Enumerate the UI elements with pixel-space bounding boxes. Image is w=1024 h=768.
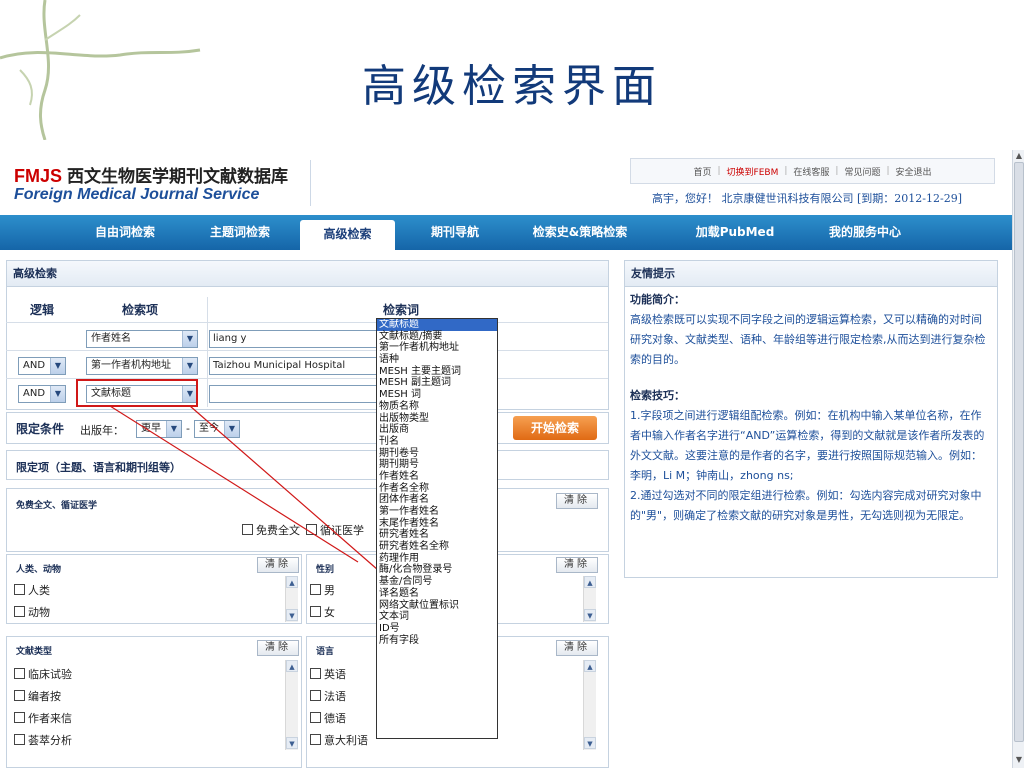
dropdown-option[interactable]: MESH 主要主题词 — [377, 366, 497, 378]
page-scrollbar[interactable]: ▲ ▼ — [1012, 150, 1024, 768]
dropdown-option[interactable]: MESH 副主题词 — [377, 377, 497, 389]
slide-title: 高级检索界面 — [362, 61, 662, 112]
scroll-down-icon[interactable]: ▼ — [1013, 754, 1024, 766]
user-info: 高宇，您好！ 北京康健世讯科技有限公司 [到期：2012-12-29] — [652, 192, 962, 205]
dropdown-option[interactable]: 作者名全称 — [377, 483, 497, 495]
link-switch-febm[interactable]: 切换到FEBM — [727, 165, 779, 178]
dropdown-option[interactable]: 第一作者机构地址 — [377, 342, 497, 354]
dropdown-option[interactable]: 酶/化合物登录号 — [377, 564, 497, 576]
tips-intro: 高级检索既可以实现不同字段之间的逻辑运算检索，又可以精确的对时间研究对象、文献类… — [630, 313, 986, 366]
link-home[interactable]: 首页 — [693, 165, 711, 178]
dropdown-option[interactable]: MESH 词 — [377, 389, 497, 401]
dropdown-option[interactable]: 文献标题/摘要 — [377, 331, 497, 343]
link-online-service[interactable]: 在线客服 — [793, 165, 829, 178]
tips-skill-2: 2.通过勾选对不同的限定组进行检索。例如：勾选内容完成对研究对象中的"男"，则确… — [630, 489, 982, 522]
tips-title: 友情提示 — [625, 261, 997, 287]
dropdown-option[interactable]: 研究者姓名全称 — [377, 541, 497, 553]
tips-intro-head: 功能简介： — [630, 293, 685, 306]
dropdown-option[interactable]: 期刊卷号 — [377, 448, 497, 460]
tab-pubmed[interactable]: 加载PubMed — [680, 215, 790, 250]
dropdown-option[interactable]: 基金/合同号 — [377, 576, 497, 588]
dropdown-option[interactable]: 研究者姓名 — [377, 529, 497, 541]
tips-skill-head: 检索技巧： — [630, 389, 685, 402]
tips-body: 功能简介： 高级检索既可以实现不同字段之间的逻辑运算检索，又可以精确的对时间研究… — [630, 290, 992, 526]
link-logout[interactable]: 安全退出 — [896, 165, 932, 178]
dropdown-option[interactable]: 第一作者姓名 — [377, 506, 497, 518]
callout-lines — [109, 405, 379, 571]
field-options-dropdown[interactable]: 文献标题 文献标题/摘要 第一作者机构地址 语种 MESH 主要主题词 MESH 副主题词… — [376, 318, 498, 739]
dropdown-option[interactable]: 作者姓名 — [377, 471, 497, 483]
link-faq[interactable]: 常见问题 — [844, 165, 880, 178]
browser-page: FMJS 西文生物医学期刊文献数据库 Foreign Medical Journ… — [0, 150, 1012, 768]
dropdown-option[interactable]: 刊名 — [377, 436, 497, 448]
scroll-up-icon[interactable]: ▲ — [1013, 150, 1024, 162]
dropdown-option[interactable]: 期刊期号 — [377, 459, 497, 471]
dropdown-option[interactable]: 出版物类型 — [377, 413, 497, 425]
dropdown-option[interactable]: 网络文献位置标识 — [377, 600, 497, 612]
dropdown-option[interactable]: 译名题名 — [377, 588, 497, 600]
dropdown-option[interactable]: 物质名称 — [377, 401, 497, 413]
dropdown-option[interactable]: 语种 — [377, 354, 497, 366]
top-links: 首页 | 切换到FEBM | 在线客服 | 常见问题 | 安全退出 — [630, 158, 995, 184]
dropdown-option[interactable]: 团体作者名 — [377, 494, 497, 506]
dropdown-option[interactable]: 末尾作者姓名 — [377, 518, 497, 530]
dropdown-option[interactable]: ID号 — [377, 623, 497, 635]
scroll-thumb[interactable] — [1014, 162, 1024, 742]
dropdown-option[interactable]: 所有字段 — [377, 635, 497, 647]
tab-service-center[interactable]: 我的服务中心 — [810, 215, 920, 250]
dropdown-option[interactable]: 药理作用 — [377, 553, 497, 565]
tips-skill-1: 1.字段项之间进行逻辑组配检索。例如：在机构中输入某单位名称，在作者中输入作者名… — [630, 409, 985, 482]
dropdown-option[interactable]: 出版商 — [377, 424, 497, 436]
dropdown-option[interactable]: 文献标题 — [377, 319, 497, 331]
dropdown-option[interactable]: 文本词 — [377, 611, 497, 623]
